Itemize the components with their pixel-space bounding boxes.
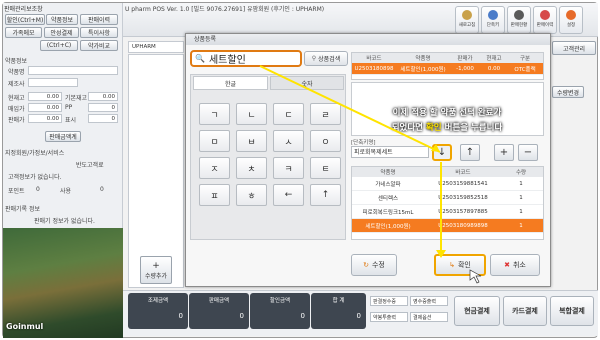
- cursor-hand-icon: [469, 269, 482, 284]
- annotation-arrows: [259, 65, 482, 284]
- arrow-head-2: [436, 250, 446, 258]
- arrow-line-1: [259, 65, 441, 153]
